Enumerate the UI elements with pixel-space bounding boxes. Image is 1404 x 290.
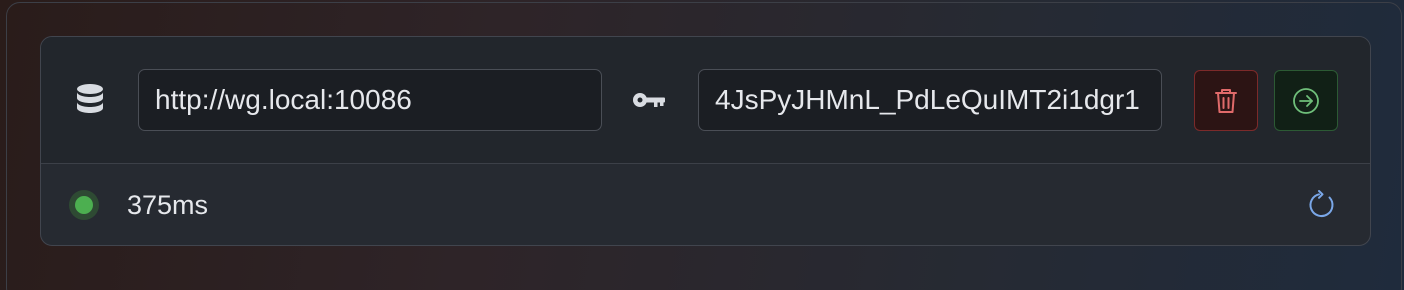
status-row: 375ms xyxy=(41,164,1370,245)
connect-button[interactable] xyxy=(1274,70,1338,131)
key-icon xyxy=(633,93,665,107)
database-icon xyxy=(77,84,103,113)
latency-value: 375ms xyxy=(127,190,209,220)
trash-icon xyxy=(1215,88,1237,113)
arrow-right-circle-icon xyxy=(1293,87,1319,114)
refresh-icon[interactable] xyxy=(1307,190,1337,220)
server-config-row: http://wg.local:10086 4JsPyJHMnL_PdLeQuI… xyxy=(41,37,1370,164)
status-indicator-dot xyxy=(75,196,93,214)
server-url-input[interactable]: http://wg.local:10086 xyxy=(138,69,602,131)
status-indicator xyxy=(69,190,99,220)
server-card: http://wg.local:10086 4JsPyJHMnL_PdLeQuI… xyxy=(40,36,1371,246)
delete-server-button[interactable] xyxy=(1194,70,1258,131)
api-key-input[interactable]: 4JsPyJHMnL_PdLeQuIMT2i1dgr1 xyxy=(698,69,1162,131)
